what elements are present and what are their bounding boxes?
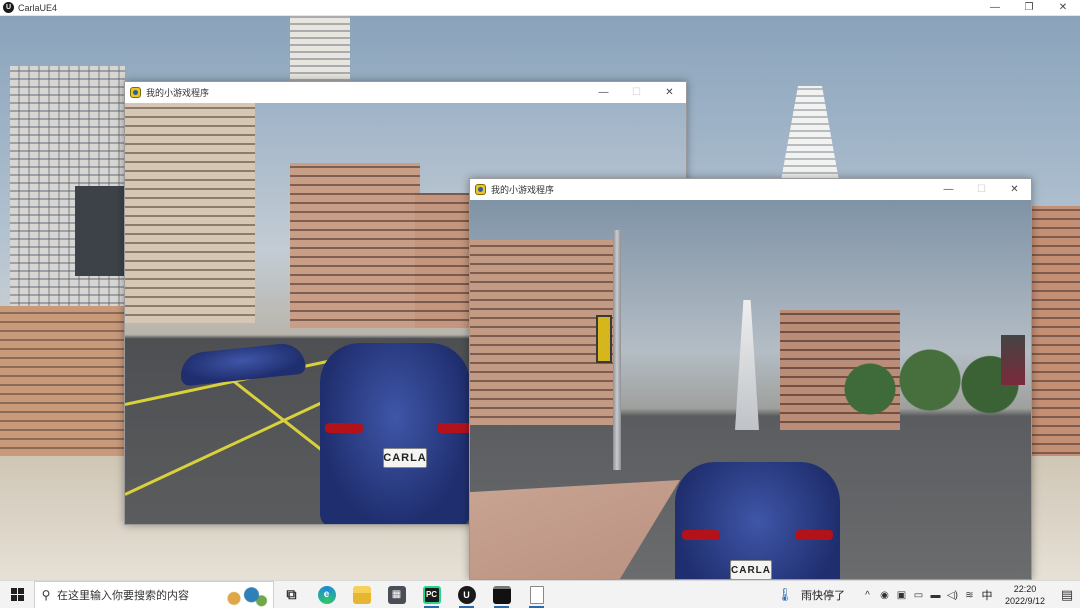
search-highlight-icon [219, 583, 269, 608]
search-placeholder: 在这里输入你要搜索的内容 [57, 589, 189, 602]
traffic-pole [613, 230, 621, 470]
calculator-icon: ▦ [387, 585, 406, 604]
billboard [1001, 335, 1025, 385]
clock-time: 22:20 [1013, 584, 1037, 594]
volume-icon[interactable]: ◁) [944, 590, 961, 601]
close-button[interactable]: ✕ [1046, 0, 1080, 15]
minimize-button[interactable]: — [978, 0, 1012, 15]
search-icon: ⚲ [41, 587, 51, 602]
task-view-button[interactable]: ⧉ [274, 581, 309, 608]
windows-logo-icon [10, 588, 24, 601]
document-icon [529, 585, 544, 604]
window-title: CarlaUE4 [18, 2, 58, 13]
tray-app-icon[interactable]: ▭ [910, 590, 927, 601]
folder-icon [352, 585, 371, 604]
building [0, 306, 125, 456]
building [290, 16, 350, 86]
maximize-button: ☐ [632, 87, 641, 98]
input-method-indicator[interactable]: 中 [978, 587, 996, 603]
notification-center-icon[interactable]: ▤ [1054, 587, 1080, 603]
wechat-icon[interactable]: ◉ [876, 590, 893, 601]
pygame-window-title: 我的小游戏程序 [146, 88, 210, 98]
pygame-icon [475, 184, 486, 195]
pycharm-icon: PC [422, 585, 441, 604]
clock[interactable]: 22:20 2022/9/12 [996, 583, 1054, 607]
pygame-window-controls: — ☐ ✕ [587, 82, 686, 103]
pygame-window-title: 我的小游戏程序 [491, 185, 555, 195]
minimize-button[interactable]: — [587, 82, 620, 103]
restore-button[interactable]: ❐ [1012, 0, 1046, 15]
console-icon [492, 585, 511, 604]
camera-view[interactable]: CARLA [470, 200, 1031, 579]
close-button[interactable]: ✕ [998, 179, 1031, 200]
wifi-icon[interactable]: ≋ [961, 590, 978, 601]
edge-button[interactable]: e [309, 581, 344, 608]
pygame-window-controls: — ☐ ✕ [932, 179, 1031, 200]
minimize-button[interactable]: — [932, 179, 965, 200]
show-hidden-icons-chevron-icon[interactable]: ^ [859, 590, 876, 601]
building [290, 163, 420, 328]
license-plate: CARLA [730, 560, 772, 579]
pygame-window-titlebar[interactable]: 我的小游戏程序 — ☐ ✕ [470, 179, 1031, 200]
tray-app-icon[interactable]: ▣ [893, 590, 910, 601]
taskbar: ⚲ 在这里输入你要搜索的内容 ⧉ e ▦ PC U 🌡 雨快停了 ^ ◉ ▣ ▭… [0, 580, 1080, 608]
edge-icon: e [317, 585, 336, 604]
building [780, 86, 840, 186]
system-tray: 🌡 雨快停了 ^ ◉ ▣ ▭ ▬ ◁) ≋ 中 22:20 2022/9/12 … [776, 581, 1080, 608]
building [75, 186, 125, 276]
building [415, 193, 470, 328]
weather-widget[interactable]: 🌡 雨快停了 [776, 587, 845, 603]
building [125, 103, 255, 323]
pygame-window-2[interactable]: 我的小游戏程序 — ☐ ✕ CARLA [469, 178, 1032, 580]
traffic-light [596, 315, 612, 363]
taillight [682, 530, 720, 540]
weather-text: 雨快停了 [801, 590, 845, 602]
clock-date: 2022/9/12 [1004, 596, 1046, 606]
trees [830, 335, 1030, 425]
unreal-icon: U [457, 585, 476, 604]
carla-window-titlebar[interactable]: U CarlaUE4 — ❐ ✕ [0, 0, 1080, 16]
unreal-logo-icon: U [3, 2, 14, 13]
pygame-window-titlebar[interactable]: 我的小游戏程序 — ☐ ✕ [125, 82, 686, 103]
file-explorer-button[interactable] [344, 581, 379, 608]
task-view-icon: ⧉ [286, 586, 297, 602]
start-button[interactable] [0, 581, 34, 608]
maximize-button: ☐ [977, 184, 986, 195]
console-button[interactable] [484, 581, 519, 608]
taillight [795, 530, 833, 540]
taskbar-search[interactable]: ⚲ 在这里输入你要搜索的内容 [34, 580, 274, 608]
document-button[interactable] [519, 581, 554, 608]
unreal-engine-button[interactable]: U [449, 581, 484, 608]
weather-icon: 🌡 [776, 587, 793, 602]
close-button[interactable]: ✕ [653, 82, 686, 103]
battery-icon[interactable]: ▬ [927, 590, 944, 601]
license-plate: CARLA [383, 448, 427, 468]
ego-vehicle [320, 343, 470, 524]
pycharm-button[interactable]: PC [414, 581, 449, 608]
calculator-button[interactable]: ▦ [379, 581, 414, 608]
pygame-icon [130, 87, 141, 98]
window-controls: — ❐ ✕ [978, 0, 1080, 15]
taillight [325, 423, 363, 433]
